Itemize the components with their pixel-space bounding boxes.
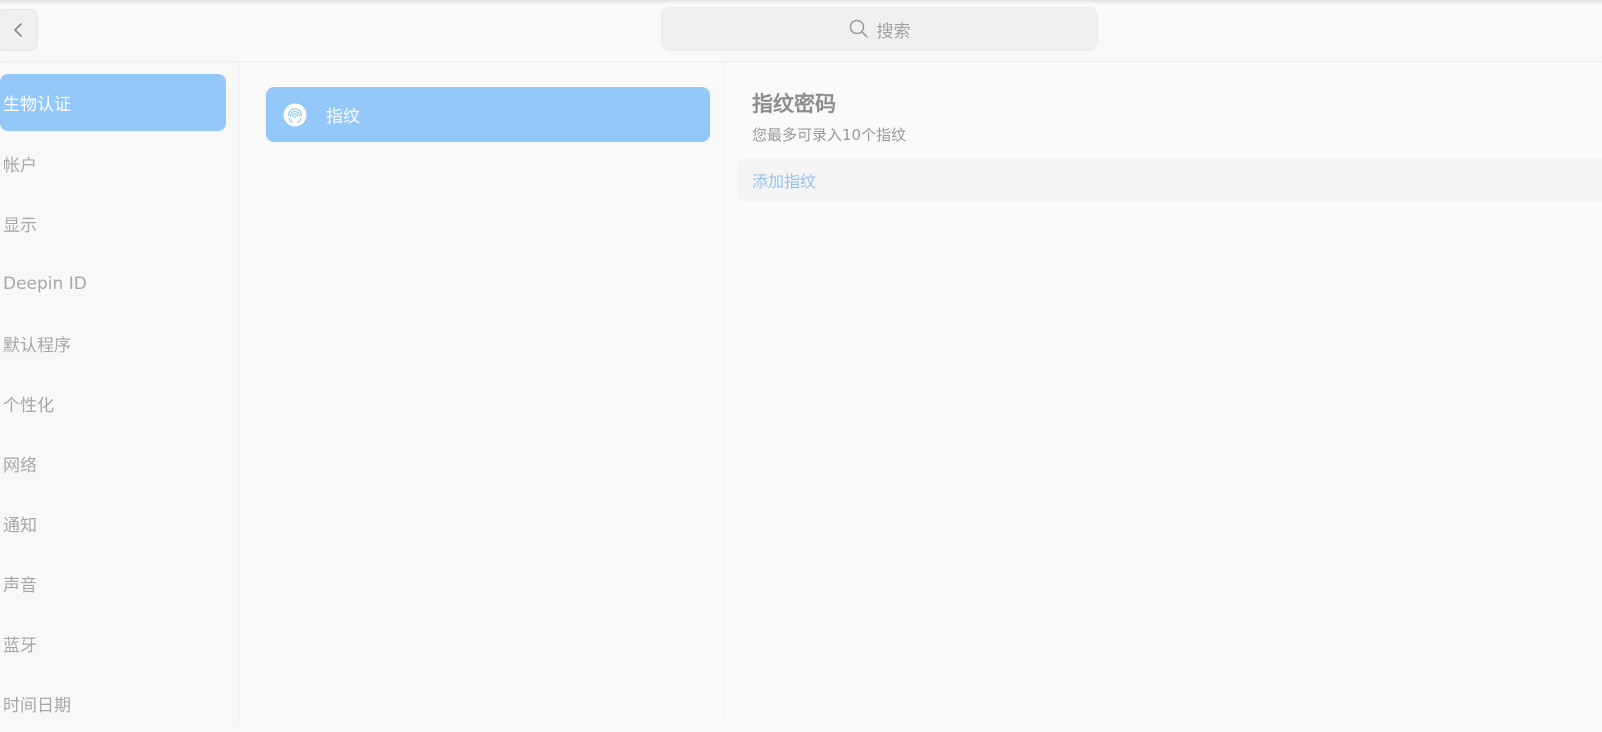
sidebar-item-label: 时间日期 xyxy=(3,696,71,716)
chevron-left-icon xyxy=(13,23,22,37)
sidebar-item-accounts[interactable]: 帐户 xyxy=(0,135,226,192)
sub-category-panel: 指纹 xyxy=(240,62,724,723)
title-bar: 搜索 xyxy=(0,0,1602,62)
sidebar-item-label: 显示 xyxy=(3,216,37,236)
sidebar-item-deepin-id[interactable]: Deepin ID xyxy=(0,255,226,312)
sidebar-item-default-apps[interactable]: 默认程序 xyxy=(0,315,226,372)
sidebar-item-datetime[interactable]: 时间日期 xyxy=(0,675,226,732)
sidebar: 生物认证 帐户 显示 Deepin ID 默认程序 个性化 网络 通知 声音 蓝… xyxy=(0,62,240,723)
sidebar-item-label: 帐户 xyxy=(3,156,37,176)
sidebar-item-biometric[interactable]: 生物认证 xyxy=(0,74,226,131)
sidebar-item-network[interactable]: 网络 xyxy=(0,435,226,492)
page-subtitle: 您最多可录入10个指纹 xyxy=(752,126,907,144)
add-fingerprint-link[interactable]: 添加指纹 xyxy=(752,168,816,192)
search-input[interactable]: 搜索 xyxy=(661,7,1098,51)
sidebar-item-label: 网络 xyxy=(3,456,37,476)
sidebar-item-notifications[interactable]: 通知 xyxy=(0,495,226,552)
search-icon xyxy=(849,19,868,38)
sidebar-item-label: 声音 xyxy=(3,576,37,596)
back-button[interactable] xyxy=(0,9,38,51)
sidebar-item-sound[interactable]: 声音 xyxy=(0,555,226,612)
sidebar-item-label: Deepin ID xyxy=(3,273,87,294)
sidebar-item-label: 默认程序 xyxy=(3,336,71,356)
sidebar-item-label: 个性化 xyxy=(3,396,54,416)
sidebar-item-display[interactable]: 显示 xyxy=(0,195,226,252)
fingerprint-item[interactable]: 指纹 xyxy=(266,87,710,142)
sidebar-item-personalization[interactable]: 个性化 xyxy=(0,375,226,432)
page-title: 指纹密码 xyxy=(752,92,836,116)
sidebar-item-bluetooth[interactable]: 蓝牙 xyxy=(0,615,226,672)
search-placeholder: 搜索 xyxy=(876,21,911,42)
add-fingerprint-row[interactable]: 添加指纹 xyxy=(738,159,1602,201)
fingerprint-icon xyxy=(283,103,307,127)
content-panel: 指纹密码 您最多可录入10个指纹 添加指纹 xyxy=(724,62,1602,723)
sidebar-item-label: 通知 xyxy=(3,516,37,536)
sidebar-item-label: 蓝牙 xyxy=(3,636,37,656)
fingerprint-label: 指纹 xyxy=(326,107,360,127)
sidebar-item-label: 生物认证 xyxy=(3,95,71,115)
